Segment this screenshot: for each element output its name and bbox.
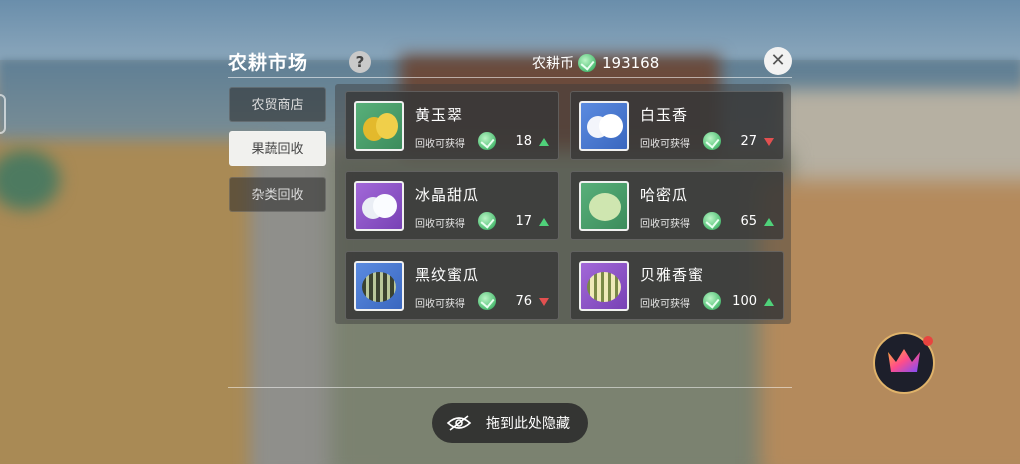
- trend-down-icon: [764, 138, 774, 146]
- panel-title: 农耕市场: [228, 52, 309, 74]
- help-button[interactable]: ?: [349, 51, 371, 73]
- trend-up-icon: [764, 298, 774, 306]
- item-card[interactable]: 黑纹蜜瓜 回收可获得 76: [345, 251, 559, 320]
- item-card[interactable]: 白玉香 回收可获得 27: [570, 91, 784, 160]
- currency-label: 农耕币: [532, 56, 574, 72]
- item-card[interactable]: 冰晶甜瓜 回收可获得 17: [345, 171, 559, 240]
- item-name: 哈密瓜: [640, 186, 689, 204]
- eye-slash-icon: [446, 415, 472, 431]
- item-card[interactable]: 黄玉翠 回收可获得 18: [345, 91, 559, 160]
- close-icon: ✕: [770, 50, 786, 71]
- drag-to-hide-label: 拖到此处隐藏: [486, 416, 570, 432]
- green-coin-icon: [478, 292, 496, 310]
- green-coin-icon: [703, 132, 721, 150]
- gain-amount: 76: [515, 294, 532, 309]
- trend-up-icon: [539, 218, 549, 226]
- currency-display: 农耕币 193168: [532, 53, 659, 73]
- item-thumbnail: [579, 101, 629, 151]
- green-coin-icon: [703, 292, 721, 310]
- trend-down-icon: [539, 298, 549, 306]
- green-coin-icon: [578, 54, 596, 72]
- bottom-divider: [228, 387, 792, 388]
- gain-label: 回收可获得: [415, 219, 465, 230]
- item-thumbnail: [354, 101, 404, 151]
- notification-dot: [923, 336, 933, 346]
- gain-label: 回收可获得: [415, 139, 465, 150]
- tab-produce-recycle[interactable]: 果蔬回收: [229, 131, 326, 166]
- gain-amount: 27: [740, 134, 757, 149]
- trend-up-icon: [539, 138, 549, 146]
- wood-deck: [760, 180, 1020, 464]
- gain-amount: 17: [515, 214, 532, 229]
- item-name: 黑纹蜜瓜: [415, 266, 480, 284]
- trend-up-icon: [764, 218, 774, 226]
- item-thumbnail: [579, 181, 629, 231]
- crown-icon: [885, 346, 923, 380]
- green-coin-icon: [478, 132, 496, 150]
- currency-value: 193168: [602, 54, 660, 72]
- green-coin-icon: [478, 212, 496, 230]
- item-card[interactable]: 哈密瓜 回收可获得 65: [570, 171, 784, 240]
- tab-misc-recycle[interactable]: 杂类回收: [229, 177, 326, 212]
- tab-farm-shop[interactable]: 农贸商店: [229, 87, 326, 122]
- drag-to-hide-zone[interactable]: 拖到此处隐藏: [432, 403, 588, 443]
- gain-amount: 100: [732, 294, 757, 309]
- gain-label: 回收可获得: [640, 299, 690, 310]
- gain-label: 回收可获得: [415, 299, 465, 310]
- item-name: 冰晶甜瓜: [415, 186, 480, 204]
- gain-amount: 18: [515, 134, 532, 149]
- item-thumbnail: [354, 181, 404, 231]
- title-divider: [228, 77, 792, 78]
- item-thumbnail: [579, 261, 629, 311]
- item-card[interactable]: 贝雅香蜜 回收可获得 100: [570, 251, 784, 320]
- side-drawer-handle[interactable]: [0, 94, 6, 134]
- sky: [0, 0, 1020, 60]
- green-coin-icon: [703, 212, 721, 230]
- gain-label: 回收可获得: [640, 219, 690, 230]
- item-name: 黄玉翠: [415, 106, 464, 124]
- gain-label: 回收可获得: [640, 139, 690, 150]
- close-button[interactable]: ✕: [764, 47, 792, 75]
- item-thumbnail: [354, 261, 404, 311]
- item-name: 贝雅香蜜: [640, 266, 705, 284]
- gain-amount: 65: [740, 214, 757, 229]
- item-name: 白玉香: [640, 106, 689, 124]
